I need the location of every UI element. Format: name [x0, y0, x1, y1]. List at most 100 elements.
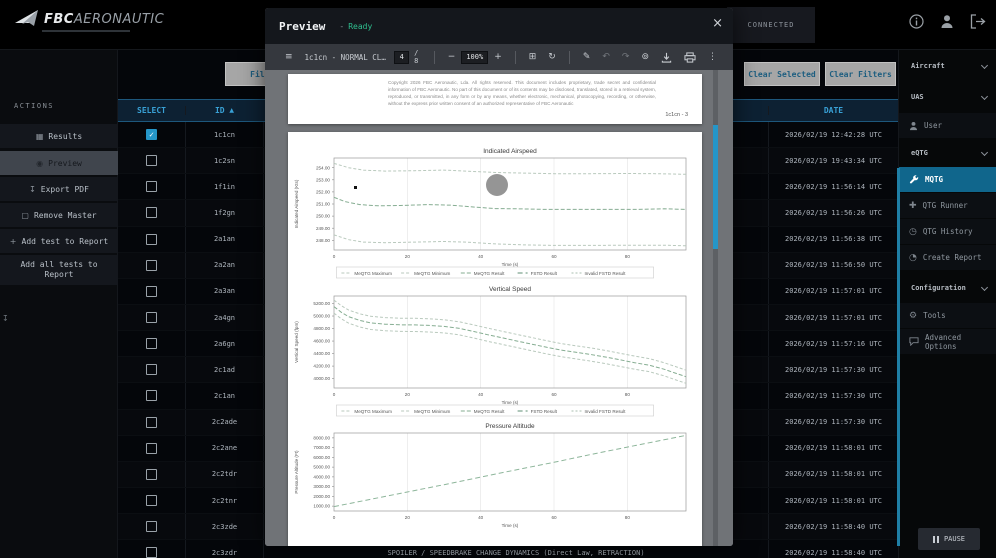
sidebar-item-user[interactable]: User: [899, 113, 996, 138]
pdf-viewport[interactable]: Copyright 2026 FBC Aeronautic, Lda. All …: [265, 70, 733, 546]
svg-text:4400.00: 4400.00: [313, 351, 330, 356]
remove-master-button[interactable]: ▢ Remove Master: [0, 203, 118, 227]
info-icon[interactable]: [909, 14, 924, 29]
pdf-scrollbar-thumb[interactable]: [713, 125, 718, 249]
close-icon[interactable]: ×: [712, 16, 723, 31]
row-checkbox[interactable]: [146, 155, 157, 166]
pdf-toolbar: ≡ 1c1cn - NORMAL CLI... 4 / 8 − 100% + ⊞…: [265, 44, 733, 70]
sidebar-section-configuration[interactable]: Configuration: [899, 278, 996, 298]
sidebar-item-qtg-runner[interactable]: ✚ QTG Runner: [899, 193, 996, 218]
zoom-in-icon[interactable]: +: [488, 52, 508, 62]
svg-text:4000.00: 4000.00: [313, 376, 330, 381]
svg-text:MeQTG Minimum: MeQTG Minimum: [414, 409, 450, 414]
sidebar-section-uas[interactable]: UAS: [899, 87, 996, 107]
logout-icon[interactable]: [970, 14, 986, 29]
row-date: 2026/02/19 12:42:28 UTC: [768, 122, 898, 147]
svg-text:20: 20: [405, 254, 411, 259]
chevron-down-icon: [981, 148, 988, 155]
clear-filters-button[interactable]: Clear Filters: [825, 62, 896, 86]
svg-text:2000.00: 2000.00: [313, 494, 330, 499]
row-date: 2026/02/19 11:57:01 UTC: [768, 305, 898, 330]
svg-text:MeQTG Maximum: MeQTG Maximum: [354, 409, 392, 414]
row-checkbox[interactable]: [146, 390, 157, 401]
add-all-tests-button[interactable]: Add all tests to Report: [0, 255, 118, 285]
row-checkbox[interactable]: [146, 207, 157, 218]
svg-text:40: 40: [478, 392, 484, 397]
sidebar-item-create-report[interactable]: ◔ Create Report: [899, 245, 996, 270]
row-checkbox[interactable]: [146, 234, 157, 245]
sidebar-section-aircraft[interactable]: Aircraft: [899, 56, 996, 76]
pause-button[interactable]: PAUSE: [918, 528, 980, 550]
svg-text:7000.00: 7000.00: [313, 445, 330, 450]
sidebar-toggle-icon[interactable]: ≡: [279, 52, 299, 62]
row-date: 2026/02/19 11:57:30 UTC: [768, 357, 898, 382]
row-id: 1f1in: [185, 174, 263, 199]
clear-selected-button[interactable]: Clear Selected: [744, 62, 820, 86]
column-header-select[interactable]: SELECT: [118, 106, 185, 115]
undo-icon[interactable]: ↶: [596, 52, 616, 62]
results-button[interactable]: ▦ Results: [0, 124, 118, 148]
row-checkbox[interactable]: [146, 417, 157, 428]
print-icon[interactable]: [684, 52, 696, 63]
row-date: 2026/02/19 11:56:26 UTC: [768, 200, 898, 225]
pdf-page-1: Copyright 2026 FBC Aeronautic, Lda. All …: [288, 74, 702, 124]
svg-text:254.00: 254.00: [316, 165, 330, 170]
svg-text:4000.00: 4000.00: [313, 474, 330, 479]
row-checkbox[interactable]: [146, 469, 157, 480]
row-checkbox[interactable]: [146, 286, 157, 297]
pause-icon: [933, 536, 939, 543]
row-checkbox[interactable]: [146, 443, 157, 454]
row-checkbox[interactable]: [146, 338, 157, 349]
preview-button[interactable]: ◉ Preview: [0, 151, 118, 175]
remove-master-icon: ▢: [21, 211, 29, 220]
row-checkbox[interactable]: [146, 181, 157, 192]
row-checkbox[interactable]: [146, 312, 157, 323]
zoom-level-input[interactable]: 100%: [461, 51, 488, 64]
row-id: 2a4gn: [185, 305, 263, 330]
row-checkbox[interactable]: [146, 495, 157, 506]
row-date: 2026/02/19 11:58:40 UTC: [768, 514, 898, 539]
sidebar-item-advanced-options[interactable]: Advanced Options: [899, 329, 996, 354]
svg-text:Invalid FSTD Result: Invalid FSTD Result: [585, 409, 627, 414]
svg-text:1000.00: 1000.00: [313, 504, 330, 509]
row-checkbox[interactable]: [146, 260, 157, 271]
svg-text:253.00: 253.00: [316, 177, 330, 182]
rotate-icon[interactable]: ↻: [542, 52, 562, 62]
svg-text:8000.00: 8000.00: [313, 435, 330, 440]
page-number-input[interactable]: 4: [394, 51, 409, 64]
column-header-date[interactable]: DATE: [768, 106, 898, 115]
zoom-out-icon[interactable]: −: [442, 52, 462, 62]
user-account-icon[interactable]: [940, 14, 954, 29]
row-checkbox[interactable]: [146, 364, 157, 375]
fit-page-icon[interactable]: ⊞: [523, 52, 543, 62]
redo-icon[interactable]: ↷: [616, 52, 636, 62]
row-checkbox[interactable]: ✓: [146, 129, 157, 140]
add-test-to-report-button[interactable]: + Add test to Report: [0, 229, 118, 253]
text-select-icon[interactable]: ✎: [577, 52, 597, 62]
download-icon[interactable]: [661, 52, 672, 63]
row-checkbox[interactable]: [146, 547, 157, 558]
chat-bubble-icon: [909, 337, 919, 346]
sidebar-item-qtg-history[interactable]: ◷ QTG History: [899, 219, 996, 244]
more-options-icon[interactable]: ⋮: [702, 52, 723, 62]
row-checkbox[interactable]: [146, 521, 157, 532]
svg-text:5000.00: 5000.00: [313, 465, 330, 470]
sidebar-item-mqtg[interactable]: MQTG: [899, 167, 996, 192]
row-id: 2c2ade: [185, 410, 263, 435]
export-pdf-button[interactable]: ↧ Export PDF: [0, 177, 118, 201]
svg-text:252.00: 252.00: [316, 189, 330, 194]
logo-brand-light: AERONAUTIC: [74, 12, 164, 27]
sidebar-scrollbar[interactable]: [897, 168, 900, 546]
svg-text:0: 0: [333, 515, 336, 520]
annotation-icon[interactable]: ⊚: [635, 52, 655, 62]
svg-text:6000.00: 6000.00: [313, 455, 330, 460]
svg-text:4800.00: 4800.00: [313, 326, 330, 331]
wrench-icon: [909, 175, 919, 185]
sidebar-item-tools[interactable]: ⚙ Tools: [899, 303, 996, 328]
sidebar-section-eqtg[interactable]: eQTG: [899, 143, 996, 163]
preview-modal-header: Preview - Ready ×: [265, 8, 733, 44]
svg-text:5200.00: 5200.00: [313, 301, 330, 306]
svg-text:60: 60: [551, 392, 557, 397]
row-id: 1c2sn: [185, 148, 263, 173]
column-header-id[interactable]: ID ▲: [185, 106, 263, 115]
